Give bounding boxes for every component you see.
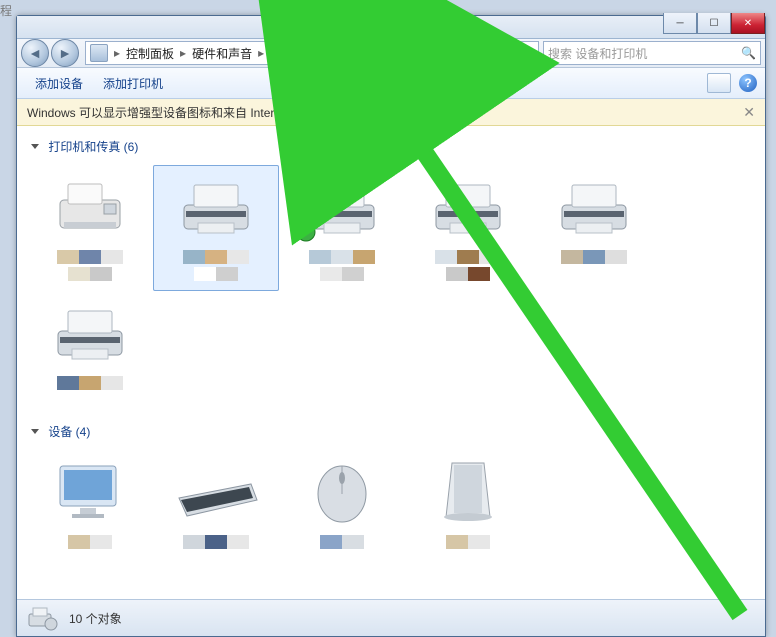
background-text: 程 bbox=[0, 2, 12, 19]
forward-button[interactable]: ► bbox=[51, 39, 79, 67]
nav-bar: ◄ ► ▸ 控制面板 ▸ 硬件和声音 ▸ 设备和打印机 ▾ ↻ 搜索 设备和打印… bbox=[17, 39, 765, 68]
chevron-right-icon: ▸ bbox=[256, 46, 266, 60]
minimize-button[interactable]: ─ bbox=[663, 13, 697, 34]
printer-icon bbox=[428, 177, 508, 237]
status-count: 10 个对象 bbox=[69, 610, 122, 627]
fax-icon bbox=[54, 178, 126, 236]
group-header-devices[interactable]: 设备 (4) bbox=[27, 417, 755, 450]
breadcrumb-seg-1[interactable]: 硬件和声音 bbox=[188, 45, 256, 62]
monitor-icon bbox=[52, 460, 128, 524]
printer-icon bbox=[50, 303, 130, 363]
printer-item[interactable] bbox=[27, 291, 153, 417]
search-input[interactable]: 搜索 设备和打印机 🔍 bbox=[543, 41, 761, 65]
status-bar: 10 个对象 bbox=[17, 599, 765, 636]
device-item-mouse[interactable] bbox=[279, 450, 405, 576]
explorer-window: ─ ☐ ✕ ◄ ► ▸ 控制面板 ▸ 硬件和声音 ▸ 设备和打印机 ▾ ↻ 搜索… bbox=[16, 15, 766, 637]
address-bar[interactable]: ▸ 控制面板 ▸ 硬件和声音 ▸ 设备和打印机 ▾ bbox=[85, 41, 511, 65]
help-button[interactable]: ? bbox=[739, 74, 757, 92]
devices-icon bbox=[90, 44, 108, 62]
content-area: 打印机和传真 (6) bbox=[17, 126, 765, 598]
collapse-icon bbox=[31, 429, 39, 434]
back-button[interactable]: ◄ bbox=[21, 39, 49, 67]
breadcrumb-seg-2[interactable]: 设备和打印机 bbox=[266, 45, 346, 62]
printer-icon bbox=[554, 177, 634, 237]
group-header-printers[interactable]: 打印机和传真 (6) bbox=[27, 132, 755, 165]
printer-item-selected[interactable] bbox=[153, 165, 279, 291]
breadcrumb-seg-0[interactable]: 控制面板 bbox=[122, 45, 178, 62]
status-icon bbox=[27, 604, 59, 632]
title-bar: ─ ☐ ✕ bbox=[17, 16, 765, 39]
maximize-button[interactable]: ☐ bbox=[697, 13, 731, 34]
search-placeholder: 搜索 设备和打印机 bbox=[548, 45, 647, 62]
default-check-icon bbox=[296, 222, 316, 242]
close-button[interactable]: ✕ bbox=[731, 13, 765, 34]
printer-item-default[interactable] bbox=[279, 165, 405, 291]
device-item-drive[interactable] bbox=[405, 450, 531, 576]
chevron-right-icon: ▸ bbox=[112, 46, 122, 60]
printer-icon bbox=[176, 177, 256, 237]
info-bar-text: Windows 可以显示增强型设备图标和来自 Internet 的信息。请 行更… bbox=[27, 104, 404, 121]
refresh-button[interactable]: ↻ bbox=[515, 41, 539, 65]
devices-grid bbox=[27, 450, 755, 576]
info-bar[interactable]: Windows 可以显示增强型设备图标和来自 Internet 的信息。请 行更… bbox=[17, 99, 765, 126]
device-item-monitor[interactable] bbox=[27, 450, 153, 576]
collapse-icon bbox=[31, 144, 39, 149]
search-icon: 🔍 bbox=[741, 46, 756, 60]
mouse-icon bbox=[309, 460, 375, 524]
add-device-button[interactable]: 添加设备 bbox=[25, 71, 93, 96]
toolbar: 添加设备 添加打印机 ? bbox=[17, 68, 765, 99]
keyboard-icon bbox=[173, 466, 259, 518]
chevron-right-icon: ▸ bbox=[178, 46, 188, 60]
printer-item[interactable] bbox=[531, 165, 657, 291]
printer-item[interactable] bbox=[27, 165, 153, 291]
printers-grid bbox=[27, 165, 755, 417]
drive-icon bbox=[440, 459, 496, 525]
printer-item[interactable] bbox=[405, 165, 531, 291]
view-options-button[interactable] bbox=[707, 73, 731, 93]
add-printer-button[interactable]: 添加打印机 bbox=[93, 71, 173, 96]
address-dropdown[interactable]: ▾ bbox=[500, 46, 506, 60]
device-item-keyboard[interactable] bbox=[153, 450, 279, 576]
info-bar-close[interactable]: ✕ bbox=[743, 104, 755, 121]
